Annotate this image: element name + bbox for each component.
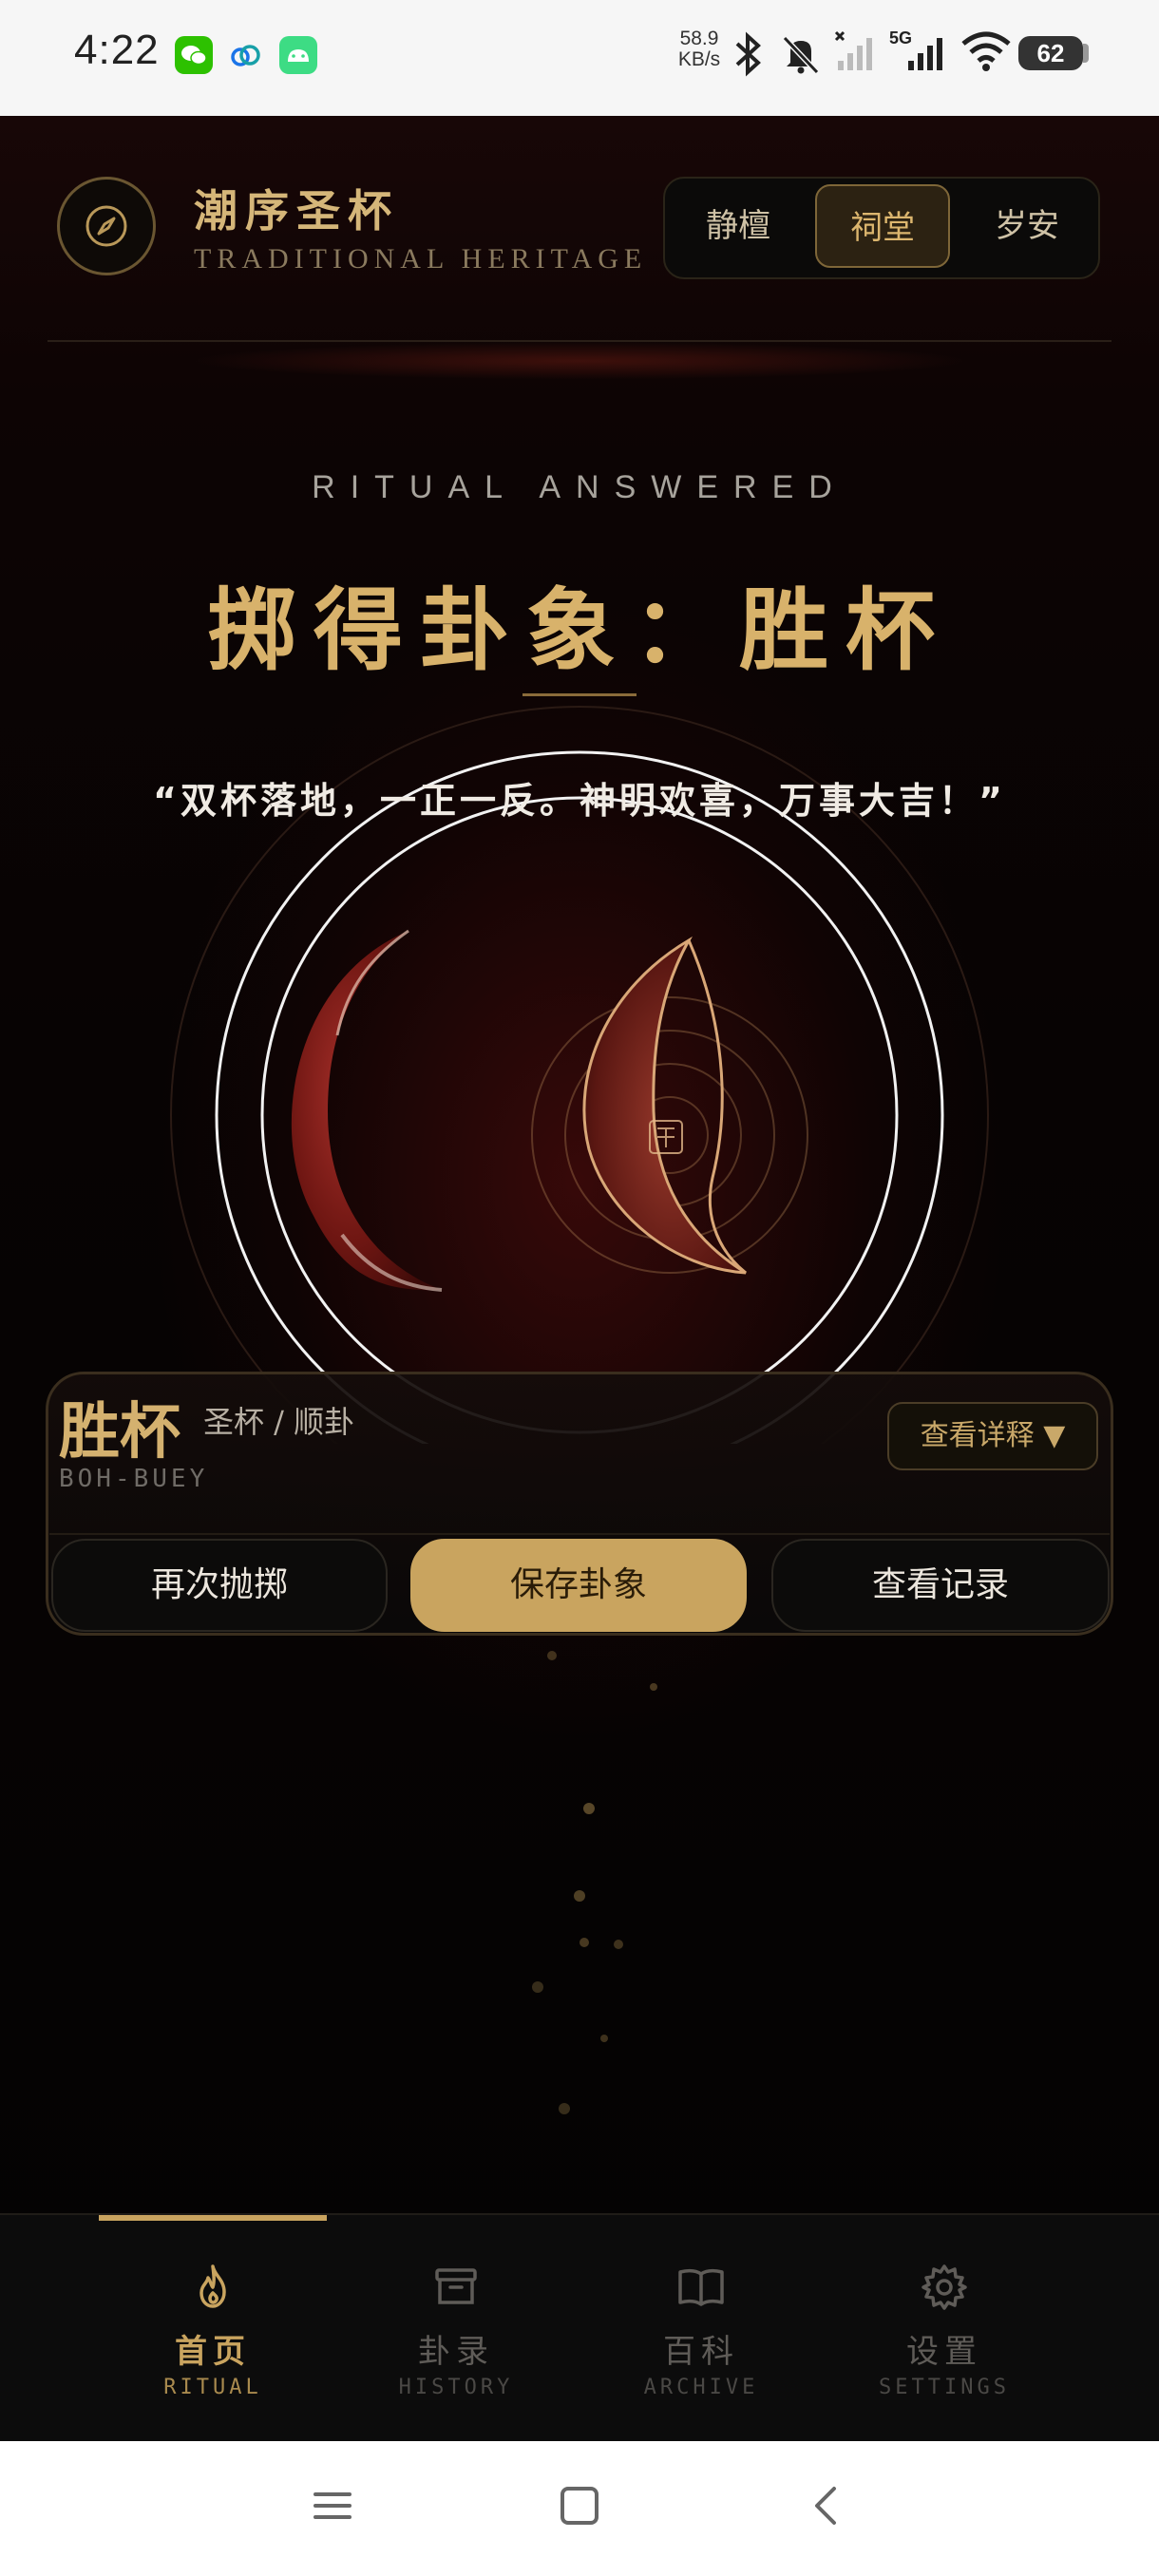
ritual-eyebrow: RITUAL ANSWERED	[312, 469, 847, 505]
nav-active-indicator	[99, 2215, 327, 2221]
view-details-button[interactable]: 查看详释 ▼	[887, 1402, 1098, 1470]
back-icon[interactable]	[804, 2483, 849, 2532]
menu-icon[interactable]	[310, 2483, 355, 2532]
cloud-icon	[226, 36, 264, 74]
nav-item-settings[interactable]: 设置 SETTINGS	[849, 2261, 1039, 2399]
battery-icon	[1083, 44, 1089, 63]
result-headline: 掷得卦象：胜杯	[206, 578, 952, 683]
sparkle	[559, 2103, 570, 2114]
nav-item-archive[interactable]: 百科 ARCHIVE	[606, 2261, 796, 2399]
status-time: 4:22	[74, 27, 160, 73]
result-name: 胜杯	[59, 1396, 180, 1468]
signal-sim2-icon	[902, 28, 950, 78]
gear-icon	[918, 2261, 971, 2314]
flame-icon	[186, 2261, 239, 2314]
theme-tab-suian[interactable]: 岁安	[960, 184, 1094, 268]
sparkle	[600, 2035, 608, 2042]
nav-label-ritual: 首页	[175, 2333, 251, 2371]
nav-sub-settings: SETTINGS	[879, 2376, 1010, 2399]
nav-label-history: 卦录	[418, 2333, 494, 2371]
nav-label-archive: 百科	[663, 2333, 739, 2371]
app-title: 潮序圣杯	[194, 185, 399, 237]
archive-box-icon	[429, 2261, 483, 2314]
app-subtitle: TRADITIONAL HERITAGE	[194, 243, 648, 275]
theme-tab-jingtan[interactable]: 静檀	[671, 184, 806, 268]
card-divider	[49, 1533, 1110, 1535]
nav-sub-history: HISTORY	[398, 2376, 514, 2399]
theme-tab-citang[interactable]: 祠堂	[815, 184, 950, 268]
wifi-icon	[961, 30, 1011, 76]
result-alias: 圣杯 / 顺卦	[203, 1404, 355, 1440]
moon-block-right	[582, 936, 747, 1275]
network-speed-value: 58.9	[679, 28, 719, 49]
nav-item-history[interactable]: 卦录 HISTORY	[361, 2261, 551, 2399]
nav-label-settings: 设置	[906, 2333, 982, 2371]
header-glow	[190, 342, 969, 380]
nav-sub-ritual: RITUAL	[163, 2376, 262, 2399]
nav-item-ritual[interactable]: 首页 RITUAL	[118, 2261, 308, 2399]
battery-level: 62	[1018, 36, 1083, 70]
android-icon	[279, 36, 317, 74]
nav-sub-archive: ARCHIVE	[643, 2376, 759, 2399]
sparkle	[574, 1890, 585, 1902]
result-romanization: BOH-BUEY	[59, 1465, 209, 1493]
signal-sim1-icon	[832, 28, 880, 78]
network-speed: 58.9 KB/s	[676, 28, 722, 70]
moon-block-left	[291, 929, 443, 1292]
save-result-button[interactable]: 保存卦象	[410, 1539, 747, 1632]
compass-icon	[84, 203, 129, 249]
sparkle	[532, 1981, 543, 1993]
network-speed-unit: KB/s	[677, 48, 721, 70]
home-icon[interactable]	[557, 2483, 602, 2532]
sparkle	[583, 1803, 595, 1814]
view-history-button[interactable]: 查看记录	[771, 1539, 1110, 1632]
sparkle	[547, 1651, 557, 1660]
oracle-quote: “双杯落地，一正一反。神明欢喜，万事大吉！”	[153, 780, 1006, 822]
mute-bell-icon	[779, 32, 823, 80]
sparkle	[614, 1940, 623, 1949]
inner-ring	[260, 796, 899, 1434]
sparkle	[650, 1683, 657, 1691]
sparkle	[580, 1938, 589, 1947]
throw-again-button[interactable]: 再次抛掷	[51, 1539, 388, 1632]
wechat-icon	[175, 36, 213, 74]
open-book-icon	[674, 2261, 728, 2314]
headline-underline	[522, 693, 636, 696]
bluetooth-icon	[732, 30, 766, 82]
